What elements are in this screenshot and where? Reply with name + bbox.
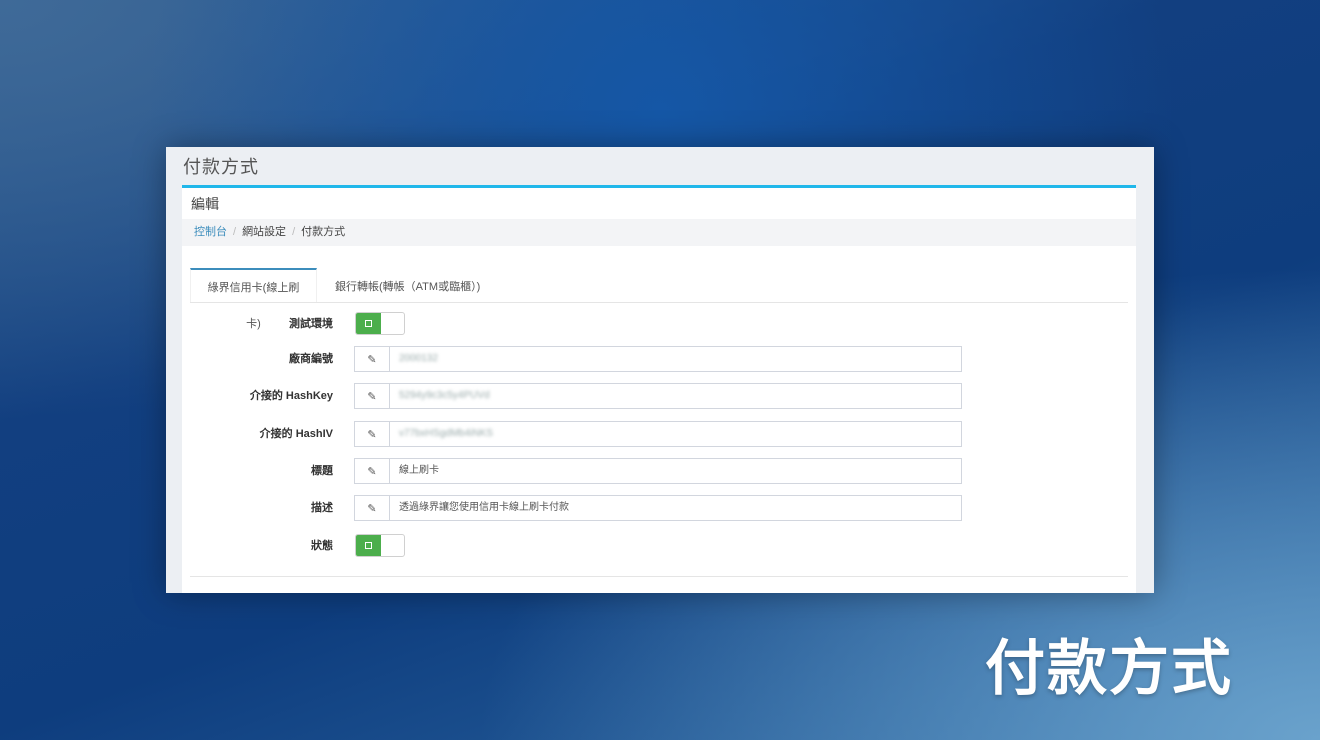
form-row-title: 標題 ✎ 線上刷卡 (182, 458, 1136, 484)
payment-tabs: 綠界信用卡(線上刷卡) 銀行轉帳(轉帳（ATM或臨櫃）) (190, 268, 1128, 330)
breadcrumb-separator: / (233, 226, 237, 238)
hash-key-value: 5294y9c3c5y4PUVd (399, 390, 490, 401)
merchant-id-value: 2000132 (399, 353, 438, 364)
toggle-on-indicator (356, 313, 381, 334)
merchant-id-label: 廠商編號 (289, 353, 333, 365)
form-row-status: 狀態 (182, 533, 1136, 559)
breadcrumb-separator: / (292, 226, 296, 238)
hash-key-label: 介接的 HashKey (249, 390, 333, 402)
merchant-id-field[interactable]: ✎ 2000132 (354, 346, 962, 372)
breadcrumb: 控制台 / 網站設定 / 付款方式 (182, 219, 1136, 246)
hash-iv-field[interactable]: ✎ v77bxHSgdMb4iNKS (354, 421, 962, 447)
admin-panel: 付款方式 編輯 控制台 / 網站設定 / 付款方式 綠界信用卡(線上刷卡) 銀行轉帳(轉… (166, 147, 1154, 593)
tab-bank-transfer[interactable]: 銀行轉帳(轉帳（ATM或臨櫃）) (323, 268, 492, 301)
pencil-icon: ✎ (355, 384, 390, 408)
test-env-label: 測試環境 (289, 318, 333, 330)
title-value: 線上刷卡 (399, 465, 439, 476)
hash-iv-label: 介接的 HashIV (259, 428, 333, 440)
description-label: 描述 (311, 502, 333, 514)
toggle-square-icon (365, 542, 372, 549)
pencil-icon: ✎ (355, 496, 390, 520)
form-row-merchant-id: 廠商編號 ✎ 2000132 (182, 346, 1136, 372)
title-field[interactable]: ✎ 線上刷卡 (354, 458, 962, 484)
form-row-hash-iv: 介接的 HashIV ✎ v77bxHSgdMb4iNKS (182, 421, 1136, 447)
hash-iv-value: v77bxHSgdMb4iNKS (399, 428, 493, 439)
page-title: 付款方式 (183, 157, 259, 177)
edit-box: 編輯 控制台 / 網站設定 / 付款方式 綠界信用卡(線上刷卡) 銀行轉帳(轉帳（ATM… (182, 185, 1136, 593)
tab-ecpay-credit-card[interactable]: 綠界信用卡(線上刷卡) (190, 268, 317, 330)
pencil-icon: ✎ (355, 347, 390, 371)
description-field[interactable]: ✎ 透過綠界讓您使用信用卡線上刷卡付款 (354, 495, 962, 521)
form-divider (190, 576, 1128, 577)
form-row-description: 描述 ✎ 透過綠界讓您使用信用卡線上刷卡付款 (182, 495, 1136, 521)
breadcrumb-current: 付款方式 (301, 226, 346, 238)
breadcrumb-site-settings[interactable]: 網站設定 (242, 226, 286, 238)
overlay-title: 付款方式 (985, 634, 1233, 704)
breadcrumb-dashboard-link[interactable]: 控制台 (194, 226, 227, 238)
form-row-hash-key: 介接的 HashKey ✎ 5294y9c3c5y4PUVd (182, 383, 1136, 409)
pencil-icon: ✎ (355, 422, 390, 446)
test-env-toggle[interactable] (355, 312, 405, 335)
pencil-icon: ✎ (355, 459, 390, 483)
description-value: 透過綠界讓您使用信用卡線上刷卡付款 (399, 502, 569, 513)
status-toggle[interactable] (355, 534, 405, 557)
toggle-square-icon (365, 320, 372, 327)
box-header: 編輯 (191, 196, 219, 212)
toggle-on-indicator (356, 535, 381, 556)
form-row-test-env: 測試環境 (182, 311, 1136, 337)
title-label: 標題 (311, 465, 333, 477)
hash-key-field[interactable]: ✎ 5294y9c3c5y4PUVd (354, 383, 962, 409)
status-label: 狀態 (311, 540, 333, 552)
